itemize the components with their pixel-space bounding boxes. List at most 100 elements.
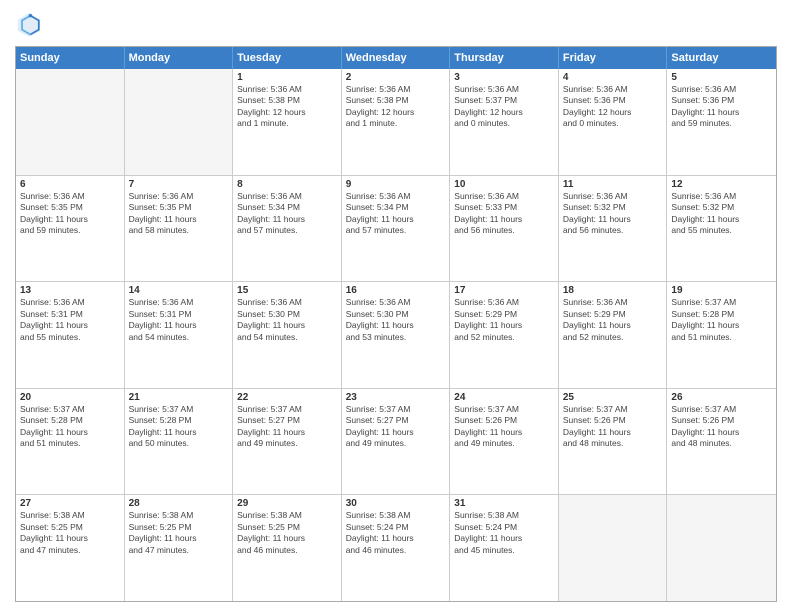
cal-cell (559, 495, 668, 601)
cell-info: Sunrise: 5:36 AMSunset: 5:35 PMDaylight:… (129, 191, 229, 237)
cell-info: Sunrise: 5:38 AMSunset: 5:25 PMDaylight:… (129, 510, 229, 556)
day-number: 22 (237, 392, 337, 403)
cal-cell: 30Sunrise: 5:38 AMSunset: 5:24 PMDayligh… (342, 495, 451, 601)
week-row-2: 6Sunrise: 5:36 AMSunset: 5:35 PMDaylight… (16, 176, 776, 283)
day-number: 13 (20, 285, 120, 296)
cal-cell: 26Sunrise: 5:37 AMSunset: 5:26 PMDayligh… (667, 389, 776, 495)
day-number: 30 (346, 498, 446, 509)
day-number: 12 (671, 179, 772, 190)
day-number: 21 (129, 392, 229, 403)
cell-info: Sunrise: 5:36 AMSunset: 5:33 PMDaylight:… (454, 191, 554, 237)
cal-cell: 31Sunrise: 5:38 AMSunset: 5:24 PMDayligh… (450, 495, 559, 601)
cal-cell: 8Sunrise: 5:36 AMSunset: 5:34 PMDaylight… (233, 176, 342, 282)
day-number: 1 (237, 72, 337, 83)
cell-info: Sunrise: 5:37 AMSunset: 5:27 PMDaylight:… (346, 404, 446, 450)
cal-cell (125, 69, 234, 175)
day-number: 20 (20, 392, 120, 403)
day-number: 24 (454, 392, 554, 403)
cell-info: Sunrise: 5:36 AMSunset: 5:29 PMDaylight:… (563, 297, 663, 343)
cal-cell: 17Sunrise: 5:36 AMSunset: 5:29 PMDayligh… (450, 282, 559, 388)
cell-info: Sunrise: 5:36 AMSunset: 5:36 PMDaylight:… (671, 84, 772, 130)
cal-cell: 28Sunrise: 5:38 AMSunset: 5:25 PMDayligh… (125, 495, 234, 601)
cal-cell: 27Sunrise: 5:38 AMSunset: 5:25 PMDayligh… (16, 495, 125, 601)
cell-info: Sunrise: 5:36 AMSunset: 5:31 PMDaylight:… (129, 297, 229, 343)
day-header-sunday: Sunday (16, 47, 125, 69)
cell-info: Sunrise: 5:36 AMSunset: 5:32 PMDaylight:… (671, 191, 772, 237)
day-header-friday: Friday (559, 47, 668, 69)
day-number: 17 (454, 285, 554, 296)
cell-info: Sunrise: 5:36 AMSunset: 5:30 PMDaylight:… (346, 297, 446, 343)
cal-cell: 9Sunrise: 5:36 AMSunset: 5:34 PMDaylight… (342, 176, 451, 282)
cell-info: Sunrise: 5:37 AMSunset: 5:26 PMDaylight:… (563, 404, 663, 450)
day-number: 31 (454, 498, 554, 509)
cal-cell (16, 69, 125, 175)
cell-info: Sunrise: 5:37 AMSunset: 5:28 PMDaylight:… (20, 404, 120, 450)
cal-cell: 7Sunrise: 5:36 AMSunset: 5:35 PMDaylight… (125, 176, 234, 282)
calendar: SundayMondayTuesdayWednesdayThursdayFrid… (15, 46, 777, 602)
day-number: 3 (454, 72, 554, 83)
cal-cell: 14Sunrise: 5:36 AMSunset: 5:31 PMDayligh… (125, 282, 234, 388)
day-header-tuesday: Tuesday (233, 47, 342, 69)
day-number: 26 (671, 392, 772, 403)
day-number: 10 (454, 179, 554, 190)
day-number: 11 (563, 179, 663, 190)
cal-cell: 29Sunrise: 5:38 AMSunset: 5:25 PMDayligh… (233, 495, 342, 601)
cal-cell: 16Sunrise: 5:36 AMSunset: 5:30 PMDayligh… (342, 282, 451, 388)
cell-info: Sunrise: 5:36 AMSunset: 5:38 PMDaylight:… (346, 84, 446, 130)
day-number: 5 (671, 72, 772, 83)
day-number: 19 (671, 285, 772, 296)
cal-cell: 18Sunrise: 5:36 AMSunset: 5:29 PMDayligh… (559, 282, 668, 388)
cell-info: Sunrise: 5:38 AMSunset: 5:25 PMDaylight:… (237, 510, 337, 556)
cal-cell: 25Sunrise: 5:37 AMSunset: 5:26 PMDayligh… (559, 389, 668, 495)
cal-cell: 10Sunrise: 5:36 AMSunset: 5:33 PMDayligh… (450, 176, 559, 282)
cell-info: Sunrise: 5:38 AMSunset: 5:24 PMDaylight:… (454, 510, 554, 556)
week-row-3: 13Sunrise: 5:36 AMSunset: 5:31 PMDayligh… (16, 282, 776, 389)
cell-info: Sunrise: 5:36 AMSunset: 5:29 PMDaylight:… (454, 297, 554, 343)
cell-info: Sunrise: 5:38 AMSunset: 5:24 PMDaylight:… (346, 510, 446, 556)
day-number: 27 (20, 498, 120, 509)
cell-info: Sunrise: 5:36 AMSunset: 5:38 PMDaylight:… (237, 84, 337, 130)
day-number: 23 (346, 392, 446, 403)
cal-cell: 19Sunrise: 5:37 AMSunset: 5:28 PMDayligh… (667, 282, 776, 388)
day-number: 16 (346, 285, 446, 296)
week-row-5: 27Sunrise: 5:38 AMSunset: 5:25 PMDayligh… (16, 495, 776, 601)
day-header-monday: Monday (125, 47, 234, 69)
cell-info: Sunrise: 5:36 AMSunset: 5:30 PMDaylight:… (237, 297, 337, 343)
cal-cell: 11Sunrise: 5:36 AMSunset: 5:32 PMDayligh… (559, 176, 668, 282)
cell-info: Sunrise: 5:36 AMSunset: 5:37 PMDaylight:… (454, 84, 554, 130)
cell-info: Sunrise: 5:37 AMSunset: 5:27 PMDaylight:… (237, 404, 337, 450)
cal-cell: 6Sunrise: 5:36 AMSunset: 5:35 PMDaylight… (16, 176, 125, 282)
day-number: 29 (237, 498, 337, 509)
day-number: 8 (237, 179, 337, 190)
day-number: 2 (346, 72, 446, 83)
cal-cell: 13Sunrise: 5:36 AMSunset: 5:31 PMDayligh… (16, 282, 125, 388)
logo (15, 10, 47, 38)
cal-cell: 20Sunrise: 5:37 AMSunset: 5:28 PMDayligh… (16, 389, 125, 495)
cal-cell: 3Sunrise: 5:36 AMSunset: 5:37 PMDaylight… (450, 69, 559, 175)
calendar-header: SundayMondayTuesdayWednesdayThursdayFrid… (16, 47, 776, 69)
week-row-4: 20Sunrise: 5:37 AMSunset: 5:28 PMDayligh… (16, 389, 776, 496)
day-number: 7 (129, 179, 229, 190)
logo-icon (15, 10, 43, 38)
cal-cell: 5Sunrise: 5:36 AMSunset: 5:36 PMDaylight… (667, 69, 776, 175)
day-number: 4 (563, 72, 663, 83)
day-number: 25 (563, 392, 663, 403)
cal-cell: 23Sunrise: 5:37 AMSunset: 5:27 PMDayligh… (342, 389, 451, 495)
cal-cell (667, 495, 776, 601)
cell-info: Sunrise: 5:36 AMSunset: 5:34 PMDaylight:… (237, 191, 337, 237)
cell-info: Sunrise: 5:36 AMSunset: 5:35 PMDaylight:… (20, 191, 120, 237)
cell-info: Sunrise: 5:36 AMSunset: 5:36 PMDaylight:… (563, 84, 663, 130)
day-number: 9 (346, 179, 446, 190)
cell-info: Sunrise: 5:36 AMSunset: 5:34 PMDaylight:… (346, 191, 446, 237)
day-header-saturday: Saturday (667, 47, 776, 69)
cell-info: Sunrise: 5:37 AMSunset: 5:26 PMDaylight:… (454, 404, 554, 450)
cell-info: Sunrise: 5:36 AMSunset: 5:31 PMDaylight:… (20, 297, 120, 343)
day-number: 18 (563, 285, 663, 296)
cal-cell: 4Sunrise: 5:36 AMSunset: 5:36 PMDaylight… (559, 69, 668, 175)
day-number: 28 (129, 498, 229, 509)
day-number: 6 (20, 179, 120, 190)
cell-info: Sunrise: 5:38 AMSunset: 5:25 PMDaylight:… (20, 510, 120, 556)
cal-cell: 1Sunrise: 5:36 AMSunset: 5:38 PMDaylight… (233, 69, 342, 175)
cal-cell: 24Sunrise: 5:37 AMSunset: 5:26 PMDayligh… (450, 389, 559, 495)
day-number: 15 (237, 285, 337, 296)
